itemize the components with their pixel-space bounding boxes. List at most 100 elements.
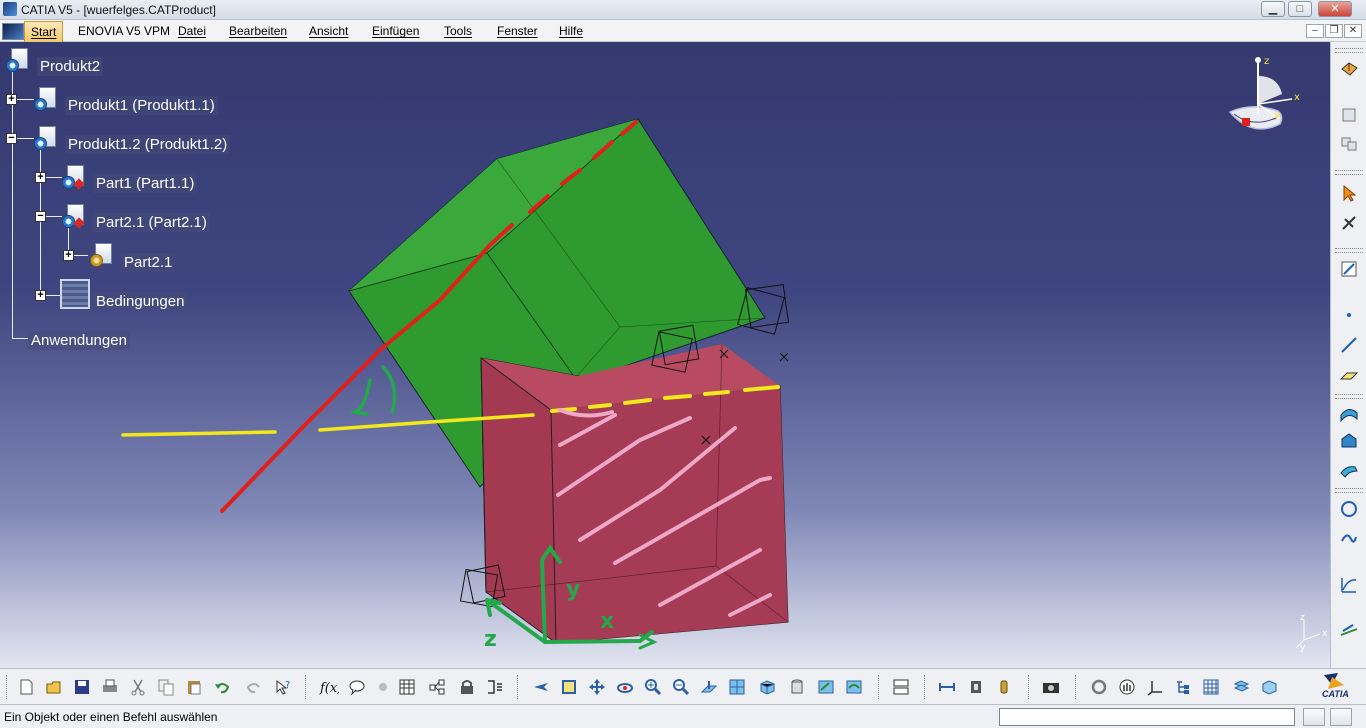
fill-icon[interactable] [1338,430,1360,452]
menu-datei[interactable]: Datei [178,24,206,38]
compass-icon[interactable]: z x y [1222,54,1312,144]
tree-node-produkt1-2[interactable]: Produkt1.2 (Produkt1.2) [65,135,231,154]
camera-icon[interactable] [1040,676,1062,698]
open-icon[interactable] [43,676,65,698]
paste-icon[interactable] [183,676,205,698]
tree-node-part2-1[interactable]: Part2.1 (Part2.1) [93,213,210,232]
menu-ansicht[interactable]: Ansicht [309,24,348,38]
catia-app-icon[interactable] [3,2,17,16]
pan-icon[interactable] [586,676,608,698]
mdi-close-button[interactable]: ✕ [1344,24,1362,38]
new-icon[interactable] [15,676,37,698]
zoom-in-icon[interactable] [642,676,664,698]
analysis-icon[interactable] [993,676,1015,698]
mdi-minimize-button[interactable]: – [1306,24,1324,38]
3d-viewport[interactable]: y x z Produkt2 + Produkt1 (Produkt1.1) −… [0,42,1330,668]
snapshot-icon[interactable] [890,676,912,698]
toolbar-grip[interactable] [1335,248,1363,253]
curve-icon[interactable] [1338,574,1360,596]
cube-view-icon[interactable] [1258,676,1280,698]
product-icon[interactable] [34,87,56,111]
toolbar-grip[interactable] [6,675,10,699]
toolbar-grip[interactable] [924,675,928,699]
plane-icon[interactable] [1338,364,1360,386]
command-options-button[interactable] [1303,708,1325,726]
point-icon[interactable] [1338,304,1360,326]
spline-icon[interactable] [1338,528,1360,550]
maximize-button[interactable]: □ [1288,1,1312,17]
red-cube[interactable] [480,343,789,644]
menu-start[interactable]: Start [24,21,64,43]
fit-all-icon[interactable] [558,676,580,698]
menu-einfuegen[interactable]: Einfügen [372,24,419,38]
axis-icon[interactable] [1144,676,1166,698]
tree-node-produkt1[interactable]: Produkt1 (Produkt1.1) [65,96,218,115]
normal-view-icon[interactable] [698,676,720,698]
comment-icon[interactable] [346,676,368,698]
measure-icon[interactable] [936,676,958,698]
toolbar-grip[interactable] [1335,488,1363,493]
update-icon[interactable] [1088,676,1110,698]
select-arrow-icon[interactable] [1338,182,1360,204]
toolbar-grip[interactable] [1075,675,1079,699]
constraints-icon[interactable] [60,279,90,309]
grid-icon[interactable] [1200,676,1222,698]
toolbar-grip[interactable] [1335,394,1363,399]
tree-expand-icon[interactable]: + [35,172,46,183]
swap-visible-icon[interactable] [843,676,865,698]
knowledge-icon[interactable] [484,676,506,698]
shading-icon[interactable] [786,676,808,698]
tree-node-part2-1-body[interactable]: Part2.1 [121,253,176,272]
rotate-icon[interactable] [614,676,636,698]
tree-icon[interactable] [426,676,448,698]
toolbar-grip[interactable] [517,675,521,699]
menu-fenster[interactable]: Fenster [497,24,538,38]
part-icon[interactable] [62,204,85,229]
multi-view-icon[interactable] [726,676,748,698]
copy-icon[interactable] [155,676,177,698]
tree-node-bedingungen[interactable]: Bedingungen [93,292,188,311]
iso-view-icon[interactable] [756,676,778,698]
part-icon[interactable] [62,165,85,190]
menu-tools[interactable]: Tools [444,24,472,38]
document-menu-icon[interactable] [2,23,24,40]
toolbar-grip[interactable] [1335,170,1363,175]
menu-enovia[interactable]: ENOVIA V5 VPM [78,24,170,38]
hide-show-icon[interactable] [815,676,837,698]
undo-icon[interactable] [211,676,233,698]
tree-node-produkt2[interactable]: Produkt2 [37,57,104,76]
design-table-icon[interactable] [372,676,394,698]
command-input[interactable] [999,708,1295,726]
law-icon[interactable] [1338,618,1360,640]
fly-mode-icon[interactable] [530,676,552,698]
catalog-icon[interactable] [396,676,418,698]
tree-collapse-icon[interactable]: − [35,211,46,222]
close-button[interactable]: ✕ [1318,1,1352,17]
extrude-icon[interactable] [1338,458,1360,480]
formula-icon[interactable]: f(x) [318,676,340,698]
whats-this-icon[interactable]: ? [272,676,294,698]
assembly-icon[interactable] [1338,132,1360,154]
spec-tree-icon[interactable] [1172,676,1194,698]
menu-hilfe[interactable]: Hilfe [559,24,583,38]
mdi-restore-button[interactable]: ❐ [1325,24,1343,38]
save-icon[interactable] [71,676,93,698]
tree-expand-icon[interactable]: + [35,290,46,301]
line-icon[interactable] [1338,334,1360,356]
print-icon[interactable] [99,676,121,698]
toolbar-grip[interactable] [305,675,309,699]
tree-expand-icon[interactable]: + [63,250,74,261]
circle-icon[interactable] [1338,498,1360,520]
render-style-icon[interactable] [1338,58,1360,80]
toolbar-grip[interactable] [878,675,882,699]
minimize-button[interactable]: ▁ [1261,1,1285,17]
surface-icon[interactable] [1338,402,1360,424]
tree-node-part1[interactable]: Part1 (Part1.1) [93,174,198,193]
zoom-out-icon[interactable] [670,676,692,698]
command-expand-button[interactable] [1330,708,1352,726]
product-icon[interactable] [6,48,28,72]
product-icon[interactable] [34,126,56,150]
redo-icon[interactable] [243,676,265,698]
inertia-icon[interactable] [965,676,987,698]
part-body-icon[interactable] [90,243,112,267]
